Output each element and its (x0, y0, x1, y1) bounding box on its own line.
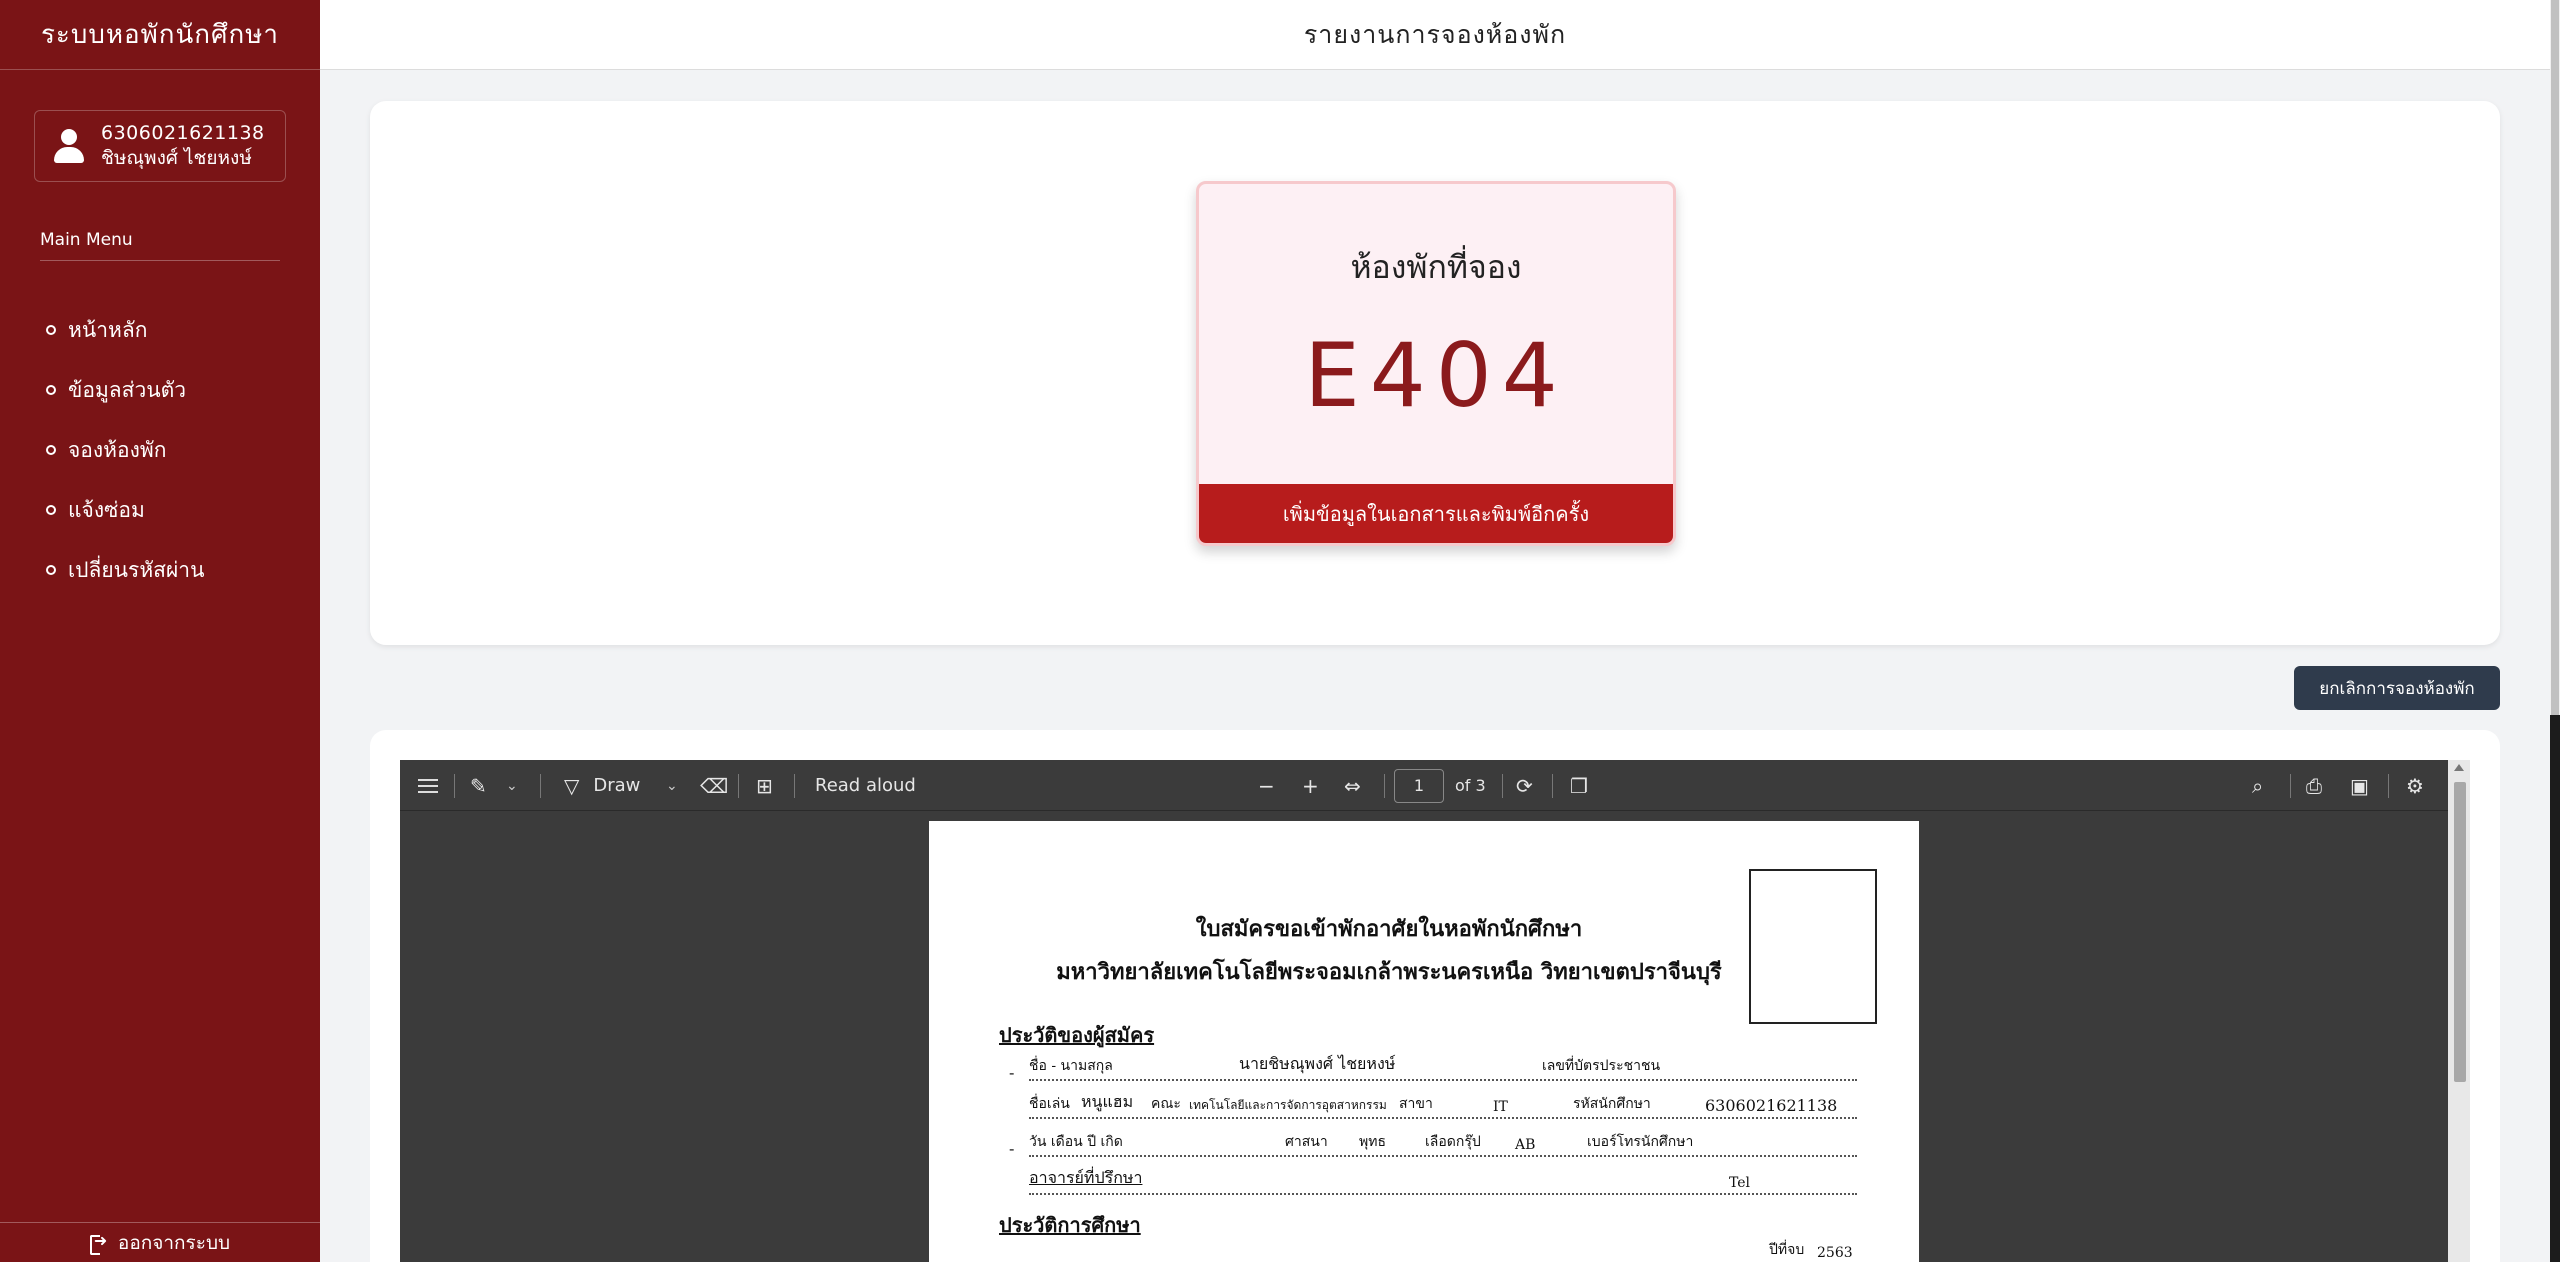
fit-width-icon: ⇔ (1344, 773, 1361, 798)
menu-item-label: ข้อมูลส่วนตัว (68, 377, 187, 402)
user-card: 6306021621138 ชิษณุพงศ์ ไชยหงษ์ (34, 110, 286, 182)
doc-line-education: ปีที่จบ 2563 (1029, 1242, 1857, 1262)
highlight-options[interactable]: ⌄ (506, 760, 518, 811)
photo-box (1749, 869, 1877, 1024)
fit-width-button[interactable]: ⇔ (1344, 760, 1361, 811)
menu-title: Main Menu (40, 230, 280, 261)
chevron-down-icon: ⌄ (666, 777, 678, 794)
pen-icon: ▽ (564, 773, 580, 798)
read-aloud-button[interactable]: Read aloud (815, 760, 916, 811)
doc-line-birthdate: วัน เดือน ปี เกิด ศาสนา พุทธ เลือดกรุ๊ป … (1029, 1134, 1857, 1157)
room-card-title: ห้องพักที่จอง (1350, 248, 1522, 286)
menu-item-label: จองห้องพัก (68, 437, 167, 462)
zoom-in-button[interactable]: + (1302, 760, 1319, 811)
pdf-viewer: ✎ ⌄ ▽ Draw ⌄ ⌫ ⊞ Read aloud − + ⇔ 1 of 3 … (400, 760, 2470, 1262)
save-button[interactable]: ▣ (2350, 760, 2369, 811)
doc-subtitle: มหาวิทยาลัยเทคโนโลยีพระจอมเกล้าพระนครเหน… (1056, 959, 1722, 985)
eraser-icon: ⌫ (700, 773, 729, 798)
rotate-icon: ⟳ (1516, 773, 1533, 798)
doc-line-name: ชื่อ - นามสกุล นายชิษณุพงศ์ ไชยหงษ์ เลขท… (1029, 1054, 1857, 1081)
pdf-page: ใบสมัครขอเข้าพักอาศัยในหอพักนักศึกษา มหา… (929, 821, 1919, 1262)
page-title: รายงานการจองห้องพัก (1303, 19, 1567, 49)
cancel-booking-button[interactable]: ยกเลิกการจองห้องพัก (2294, 666, 2500, 710)
read-aloud-label: Read aloud (815, 775, 916, 796)
main-menu: หน้าหลัก ข้อมูลส่วนตัว จองห้องพัก แจ้งซ่… (46, 300, 204, 600)
text-button[interactable]: ⊞ (756, 760, 773, 811)
draw-label: Draw (593, 775, 641, 796)
doc-title: ใบสมัครขอเข้าพักอาศัยในหอพักนักศึกษา (1195, 916, 1583, 942)
doc-line-nickname: ชื่อเล่น หนูแฮม คณะ เทคโนโลยีและการจัดกา… (1029, 1092, 1857, 1119)
page-count: of 3 (1455, 776, 1486, 795)
circle-icon (46, 505, 56, 515)
highlight-button[interactable]: ✎ (470, 760, 487, 811)
text-box-icon: ⊞ (756, 773, 773, 798)
page-number-input[interactable]: 1 (1394, 760, 1444, 811)
zoom-out-button[interactable]: − (1258, 760, 1275, 811)
menu-item-change-password[interactable]: เปลี่ยนรหัสผ่าน (46, 540, 204, 600)
sign-out-icon (89, 1231, 108, 1255)
rotate-button[interactable]: ⟳ (1516, 760, 1533, 811)
user-id: 6306021621138 (101, 122, 265, 144)
contents-button[interactable] (418, 760, 438, 811)
scroll-up-icon[interactable] (2454, 764, 2464, 771)
circle-icon (46, 565, 56, 575)
room-number: E404 (1304, 324, 1568, 427)
page-view-icon: ❐ (1570, 773, 1588, 798)
edit-and-print-button[interactable]: เพิ่มข้อมูลในเอกสารและพิมพ์อีกครั้ง (1199, 484, 1673, 543)
sidebar: ระบบหอพักนักศึกษา 6306021621138 ชิษณุพงศ… (0, 0, 320, 1262)
page-scrollbar[interactable] (2550, 0, 2560, 1262)
draw-options[interactable]: ⌄ (666, 760, 678, 811)
pdf-scrollbar[interactable] (2448, 760, 2470, 1262)
pdf-toolbar: ✎ ⌄ ▽ Draw ⌄ ⌫ ⊞ Read aloud − + ⇔ 1 of 3 … (400, 760, 2448, 811)
menu-item-profile[interactable]: ข้อมูลส่วนตัว (46, 360, 204, 420)
save-icon: ▣ (2350, 773, 2369, 798)
gear-icon: ⚙ (2406, 773, 2424, 798)
circle-icon (46, 385, 56, 395)
menu-item-label: แจ้งซ่อม (68, 497, 145, 522)
page-view-button[interactable]: ❐ (1570, 760, 1588, 811)
search-button[interactable]: ⌕ (2252, 760, 2263, 811)
minus-icon: − (1258, 773, 1275, 798)
page-header: รายงานการจองห้องพัก (320, 0, 2550, 70)
highlighter-icon: ✎ (470, 773, 487, 798)
user-name: ชิษณุพงศ์ ไชยหงษ์ (101, 147, 252, 169)
user-icon (53, 129, 85, 163)
circle-icon (46, 325, 56, 335)
pdf-panel: ✎ ⌄ ▽ Draw ⌄ ⌫ ⊞ Read aloud − + ⇔ 1 of 3 … (370, 730, 2500, 1262)
booking-panel: ห้องพักที่จอง E404 เพิ่มข้อมูลในเอกสารแล… (370, 101, 2500, 645)
menu-item-repair[interactable]: แจ้งซ่อม (46, 480, 204, 540)
search-icon: ⌕ (2252, 773, 2264, 798)
menu-item-booking[interactable]: จองห้องพัก (46, 420, 204, 480)
chevron-down-icon: ⌄ (506, 777, 518, 794)
menu-item-home[interactable]: หน้าหลัก (46, 300, 204, 360)
print-icon: ⎙ (2306, 773, 2322, 798)
print-button[interactable]: ⎙ (2306, 760, 2322, 811)
logout-button[interactable]: ออกจากระบบ (0, 1222, 320, 1262)
settings-button[interactable]: ⚙ (2406, 760, 2424, 811)
doc-line-advisor: อาจารย์ที่ปรึกษา Tel (1029, 1168, 1857, 1195)
room-card: ห้องพักที่จอง E404 เพิ่มข้อมูลในเอกสารแล… (1196, 181, 1676, 546)
draw-button[interactable]: ▽ Draw (564, 760, 640, 811)
section-applicant: ประวัติของผู้สมัคร (999, 1023, 1155, 1047)
plus-icon: + (1302, 773, 1319, 798)
circle-icon (46, 445, 56, 455)
logout-label: ออกจากระบบ (117, 1231, 231, 1254)
section-education: ประวัติการศึกษา (999, 1213, 1141, 1237)
app-brand: ระบบหอพักนักศึกษา (0, 0, 320, 70)
erase-button[interactable]: ⌫ (700, 760, 728, 811)
menu-item-label: เปลี่ยนรหัสผ่าน (68, 557, 205, 582)
menu-item-label: หน้าหลัก (68, 317, 148, 342)
list-icon (418, 778, 438, 793)
